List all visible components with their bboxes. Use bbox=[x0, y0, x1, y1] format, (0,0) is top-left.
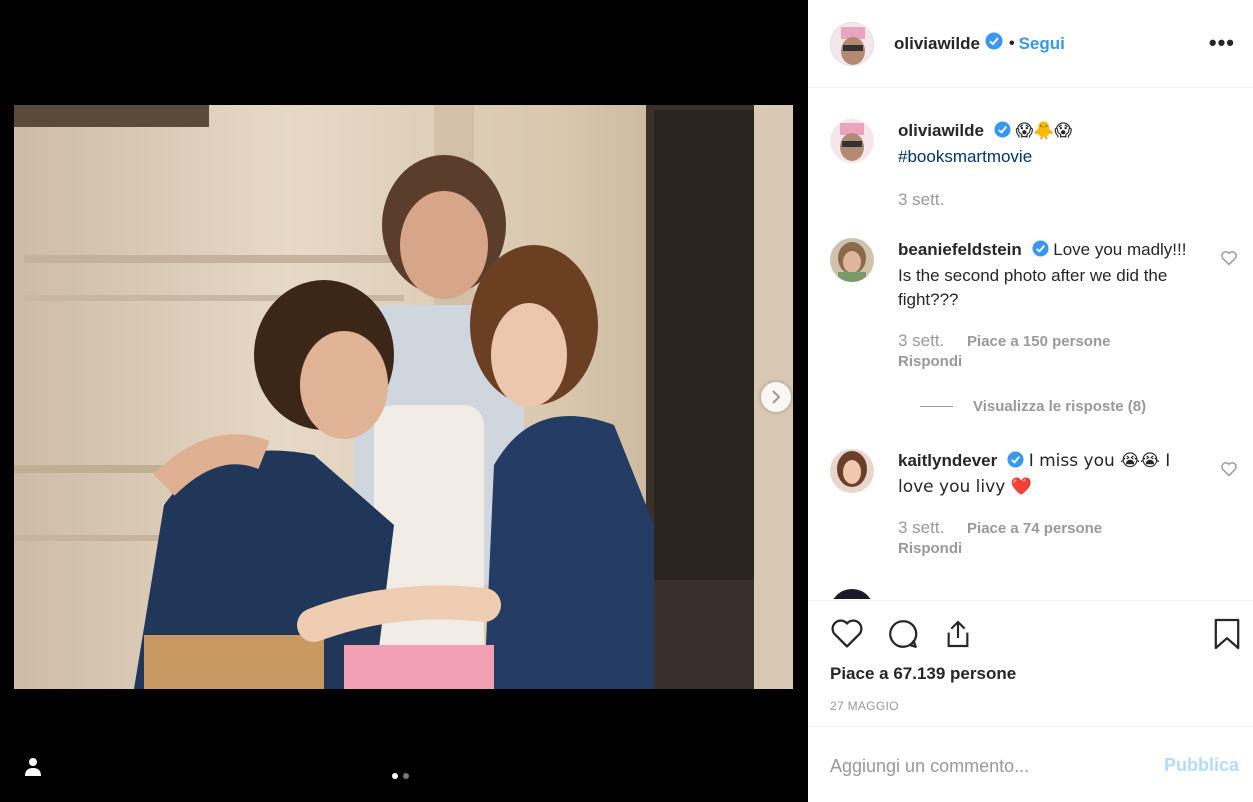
comment-time: 3 sett. bbox=[898, 331, 945, 350]
avatar[interactable] bbox=[830, 119, 874, 163]
follow-button[interactable]: Segui bbox=[1019, 34, 1065, 54]
avatar[interactable] bbox=[830, 449, 874, 493]
caption-body: oliviawilde 😱🐥😱 #booksmartmovie bbox=[898, 119, 1193, 169]
share-icon[interactable] bbox=[942, 617, 974, 656]
avatar[interactable] bbox=[830, 238, 874, 282]
hashtag-link[interactable]: #booksmartmovie bbox=[898, 147, 1032, 166]
next-photo-button[interactable] bbox=[761, 382, 791, 412]
carousel-indicator bbox=[392, 773, 409, 779]
avatar[interactable] bbox=[830, 589, 874, 599]
verified-badge-icon bbox=[1031, 240, 1049, 264]
comment-bubble-icon[interactable] bbox=[886, 617, 920, 656]
view-replies-label: Visualizza le risposte (8) bbox=[973, 398, 1147, 415]
comment-time: 3 sett. bbox=[898, 518, 945, 537]
comment-input[interactable] bbox=[830, 753, 1130, 779]
verified-badge-icon bbox=[1007, 451, 1024, 475]
like-comment-heart-icon[interactable] bbox=[1220, 250, 1238, 271]
reply-button[interactable]: Rispondi bbox=[898, 353, 962, 370]
avatar[interactable] bbox=[830, 21, 874, 66]
comment-username[interactable]: kaitlyndever bbox=[898, 451, 997, 470]
comment-meta: 3 sett. Piace a 150 persone bbox=[898, 331, 1110, 351]
like-heart-icon[interactable] bbox=[830, 617, 864, 656]
post-header: oliviawilde • Segui ••• bbox=[808, 0, 1253, 88]
add-comment-bar: Pubblica bbox=[808, 726, 1253, 802]
tagged-users-button[interactable] bbox=[21, 755, 45, 779]
chevron-right-icon bbox=[772, 390, 781, 404]
post-actions: Piace a 67.139 persone 27 MAGGIO bbox=[808, 600, 1253, 726]
carousel-dot-active bbox=[392, 773, 398, 779]
caption-username[interactable]: oliviawilde bbox=[898, 121, 984, 140]
verified-badge-icon bbox=[994, 121, 1011, 145]
publish-button[interactable]: Pubblica bbox=[1164, 755, 1239, 776]
reply-button[interactable]: Rispondi bbox=[898, 540, 962, 557]
comment-meta: 3 sett. Piace a 74 persone bbox=[898, 518, 1102, 538]
view-replies-button[interactable]: Visualizza le risposte (8) bbox=[920, 398, 1146, 415]
caption-emoji: 😱🐥😱 bbox=[1015, 121, 1073, 141]
comments-list[interactable]: oliviawilde 😱🐥😱 #booksmartmovie 3 sett. … bbox=[808, 89, 1253, 599]
carousel-dot bbox=[403, 773, 409, 779]
bookmark-icon[interactable] bbox=[1213, 617, 1241, 656]
person-icon bbox=[25, 758, 41, 776]
comment-likes[interactable]: Piace a 74 persone bbox=[967, 520, 1102, 537]
divider bbox=[920, 406, 953, 407]
comment-username[interactable]: beaniefeldstein bbox=[898, 240, 1022, 259]
comment-body: beaniefeldstein Love you madly!!! Is the… bbox=[898, 238, 1193, 312]
media-viewer bbox=[0, 0, 808, 802]
post-author-username[interactable]: oliviawilde bbox=[894, 34, 980, 54]
likes-count[interactable]: Piace a 67.139 persone bbox=[830, 664, 1016, 684]
action-icons bbox=[830, 617, 974, 656]
comment-body: kaitlyndever I miss you 😭😭 I love you li… bbox=[898, 449, 1193, 499]
separator-dot: • bbox=[1008, 34, 1015, 52]
like-comment-heart-icon[interactable] bbox=[1220, 461, 1238, 482]
post-date: 27 MAGGIO bbox=[830, 699, 899, 713]
comment-likes[interactable]: Piace a 150 persone bbox=[967, 333, 1110, 350]
post-details-panel: oliviawilde • Segui ••• oliviawilde 😱🐥😱 bbox=[808, 0, 1253, 802]
caption-time: 3 sett. bbox=[898, 190, 945, 209]
post-photo[interactable] bbox=[14, 105, 793, 689]
verified-badge-icon bbox=[985, 32, 1003, 55]
more-options-icon[interactable]: ••• bbox=[1209, 30, 1235, 56]
